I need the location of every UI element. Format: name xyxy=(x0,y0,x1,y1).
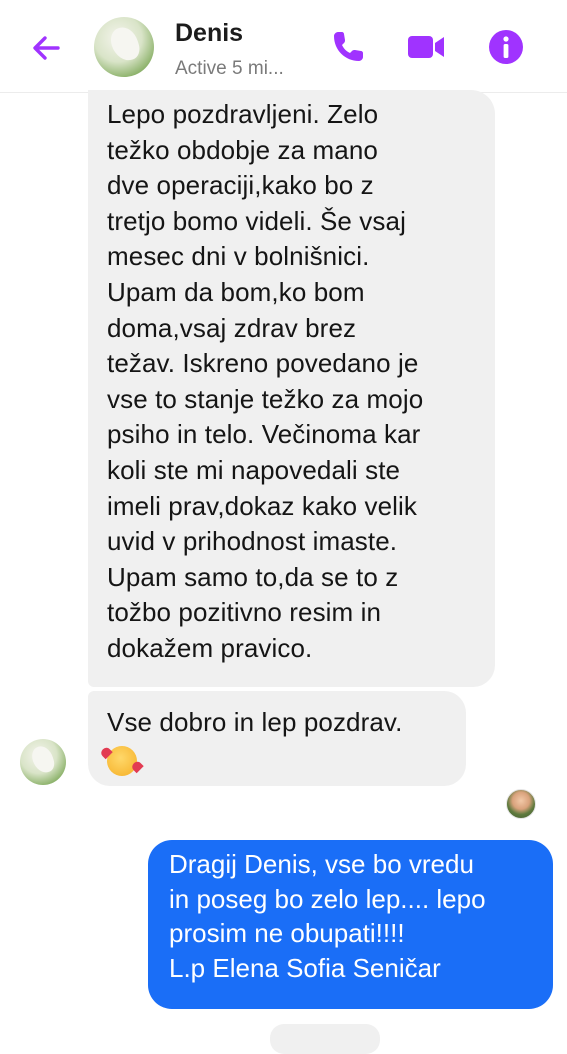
contact-name[interactable]: Denis xyxy=(175,19,243,48)
smiling-face-with-hearts-icon xyxy=(107,745,137,776)
seen-indicator-avatar xyxy=(506,789,536,819)
active-status: Active 5 mi... xyxy=(175,58,284,79)
chat-header: Denis Active 5 mi... xyxy=(0,0,567,93)
outgoing-message-bubble[interactable]: Dragij Denis, vse bo vredu in poseg bo z… xyxy=(148,840,553,1009)
back-arrow-icon[interactable] xyxy=(26,28,66,68)
phone-icon[interactable] xyxy=(327,26,369,68)
next-message-bubble xyxy=(270,1024,380,1054)
message-text: Vse dobro in lep pozdrav. xyxy=(107,707,403,737)
incoming-message-bubble[interactable]: Lepo pozdravljeni. Zelo težko obdobje za… xyxy=(88,90,495,687)
message-text: Dragij Denis, vse bo vredu in poseg bo z… xyxy=(169,849,486,983)
message-text: Lepo pozdravljeni. Zelo težko obdobje za… xyxy=(107,99,424,663)
incoming-message-bubble[interactable]: Vse dobro in lep pozdrav. xyxy=(88,691,466,786)
contact-avatar[interactable] xyxy=(94,17,154,77)
sender-avatar[interactable] xyxy=(20,739,66,785)
video-camera-icon[interactable] xyxy=(405,26,447,68)
info-icon[interactable] xyxy=(485,26,527,68)
